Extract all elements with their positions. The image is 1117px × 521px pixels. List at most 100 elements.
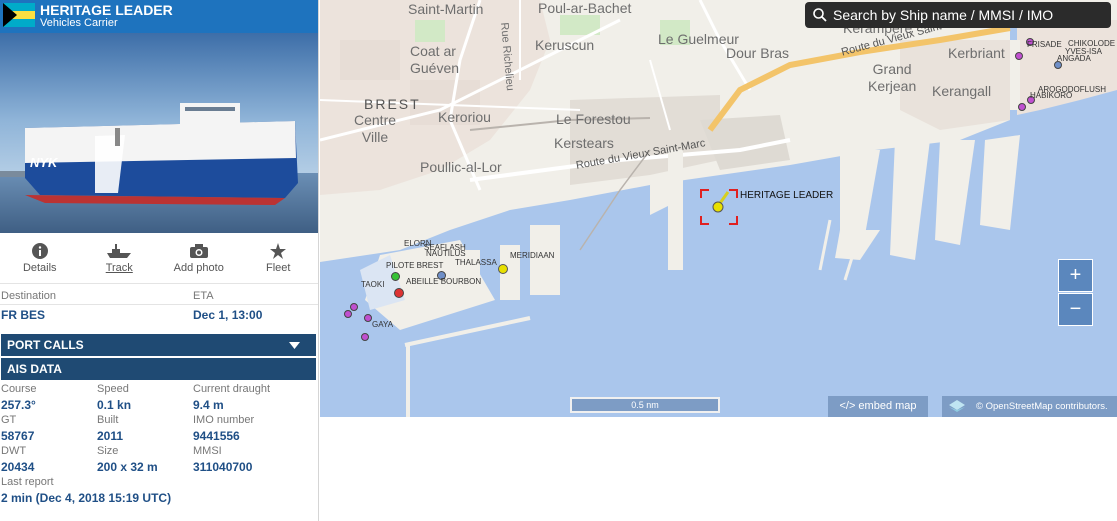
vessel-marker[interactable] [394,288,404,298]
built-label: Built [97,414,119,426]
mmsi-label: MMSI [193,445,222,457]
vessel-label: GAYA [372,320,394,329]
add-photo-label: Add photo [173,261,224,274]
bahamas-flag-icon [3,3,35,27]
place-poullic-al-lor: Poullic-al-Lor [420,159,502,175]
add-photo-button[interactable]: Add photo [159,233,239,283]
vessel-marker[interactable] [344,310,352,318]
vessel-panel: HERITAGE LEADER Vehicles Carrier NYK Det… [0,0,319,521]
dwt-value: 20434 [1,460,35,474]
ais-data-header: AIS DATA [1,358,316,380]
vessel-photo-image [0,33,318,233]
vessel-label: ABEILLE BOURBON [406,277,482,286]
track-label: Track [105,261,133,274]
attribution-text[interactable]: © OpenStreetMap contributors. [976,396,1108,417]
size-label: Size [97,445,119,457]
vessel-photo[interactable]: NYK [0,33,318,233]
star-icon [270,242,287,259]
vessel-marker[interactable] [361,333,369,341]
vessel-label: PILOTE BREST [386,261,444,270]
hull-lettering: NYK [30,155,58,170]
embed-map-button[interactable]: </> embed map [828,396,928,417]
course-label: Course [1,383,37,395]
size-value: 200 x 32 m [97,460,158,474]
ais-data-grid: Course Speed Current draught 257.3° 0.1 … [0,380,318,507]
vessel-label: HABIKORO [1030,91,1073,100]
ship-icon [107,243,132,258]
zoom-in-button[interactable]: + [1058,259,1093,292]
place-saint-martin: Saint-Martin [408,1,484,17]
search-icon [813,8,827,22]
vessel-header: HERITAGE LEADER Vehicles Carrier [0,0,318,33]
camera-icon [189,243,208,258]
scale-label: 0.5 nm [631,400,659,410]
place-kerbriant: Kerbriant [948,45,1005,61]
chevron-down-icon [289,342,300,349]
course-value: 257.3° [1,398,36,412]
built-value: 2011 [97,429,124,443]
vessel-search-input[interactable]: Search by Ship name / MMSI / IMO [805,2,1111,28]
vessel-marker[interactable] [350,303,358,311]
track-button[interactable]: Track [80,233,160,283]
draught-value: 9.4 m [193,398,224,412]
vessel-marker[interactable] [1015,52,1023,60]
place-centre-ville: Centre Ville [354,112,397,145]
vessel-label: MERIDIAAN [510,251,555,260]
layers-icon[interactable] [949,400,965,412]
place-brest: BREST [364,96,421,112]
info-icon [31,242,48,259]
search-placeholder: Search by Ship name / MMSI / IMO [833,7,1054,23]
ais-data-title: AIS DATA [7,362,62,376]
dwt-label: DWT [1,445,27,457]
zoom-out-button[interactable]: − [1058,293,1093,326]
vessel-label: TAOKI [361,280,385,289]
details-label: Details [22,261,57,274]
vessel-label: THALASSA [455,258,497,267]
port-calls-title: PORT CALLS [7,338,84,352]
fleet-label: Fleet [266,261,291,274]
place-keruscun: Keruscun [535,37,595,53]
place-le-forestou: Le Forestou [556,111,631,127]
map-attribution: © OpenStreetMap contributors. [942,396,1117,417]
place-grand-kerjean: Grand Kerjean [868,61,917,94]
embed-map-label: </> embed map [839,400,917,412]
imo-label: IMO number [193,414,255,426]
selection-box [700,189,738,225]
place-kerangall: Kerangall [932,83,992,99]
vessel-actions: Details Track Add photo Fleet [0,233,318,284]
place-dour-bras: Dour Bras [726,45,790,61]
speed-label: Speed [97,383,129,395]
vessel-label: ANGADA [1057,54,1091,63]
place-poul-ar-bachet: Poul-ar-Bachet [538,0,632,16]
fleet-button[interactable]: Fleet [239,233,319,283]
vessel-marker[interactable] [364,314,372,322]
vessel-label: NAUTILUS [426,249,466,258]
vessel-marker[interactable] [1018,103,1026,111]
selected-vessel-label: HERITAGE LEADER [740,190,834,201]
place-keroriou: Keroriou [438,109,491,125]
selected-vessel-marker[interactable] [700,189,738,225]
gt-value: 58767 [1,429,35,443]
eta-label: ETA [193,290,214,302]
draught-label: Current draught [193,383,271,395]
map-view[interactable]: Saint-Martin Poul-ar-Bachet Coat ar Guév… [320,0,1117,417]
vessel-name: HERITAGE LEADER [40,2,173,18]
details-button[interactable]: Details [0,233,80,283]
vessel-marker[interactable] [498,264,508,274]
vessel-type: Vehicles Carrier [40,17,118,29]
place-coat-ar-gueven: Coat ar Guéven [410,43,460,76]
gt-label: GT [1,414,17,426]
mmsi-value: 311040700 [193,460,253,474]
map-scale: 0.5 nm [570,397,720,413]
speed-value: 0.1 kn [97,398,132,412]
place-kerstears: Kerstears [554,135,614,151]
imo-value: 9441556 [193,429,240,443]
last-report-value: 2 min (Dec 4, 2018 15:19 UTC) [1,491,172,505]
vessel-label: FRISADE [1027,40,1062,49]
last-report-label: Last report [1,476,54,488]
destination-value: FR BES [1,308,46,322]
vessel-marker[interactable] [391,272,400,281]
destination-label: Destination [1,290,57,302]
port-calls-header[interactable]: PORT CALLS [1,334,316,356]
voyage-info: Destination ETA FR BES Dec 1, 13:00 [0,284,318,324]
